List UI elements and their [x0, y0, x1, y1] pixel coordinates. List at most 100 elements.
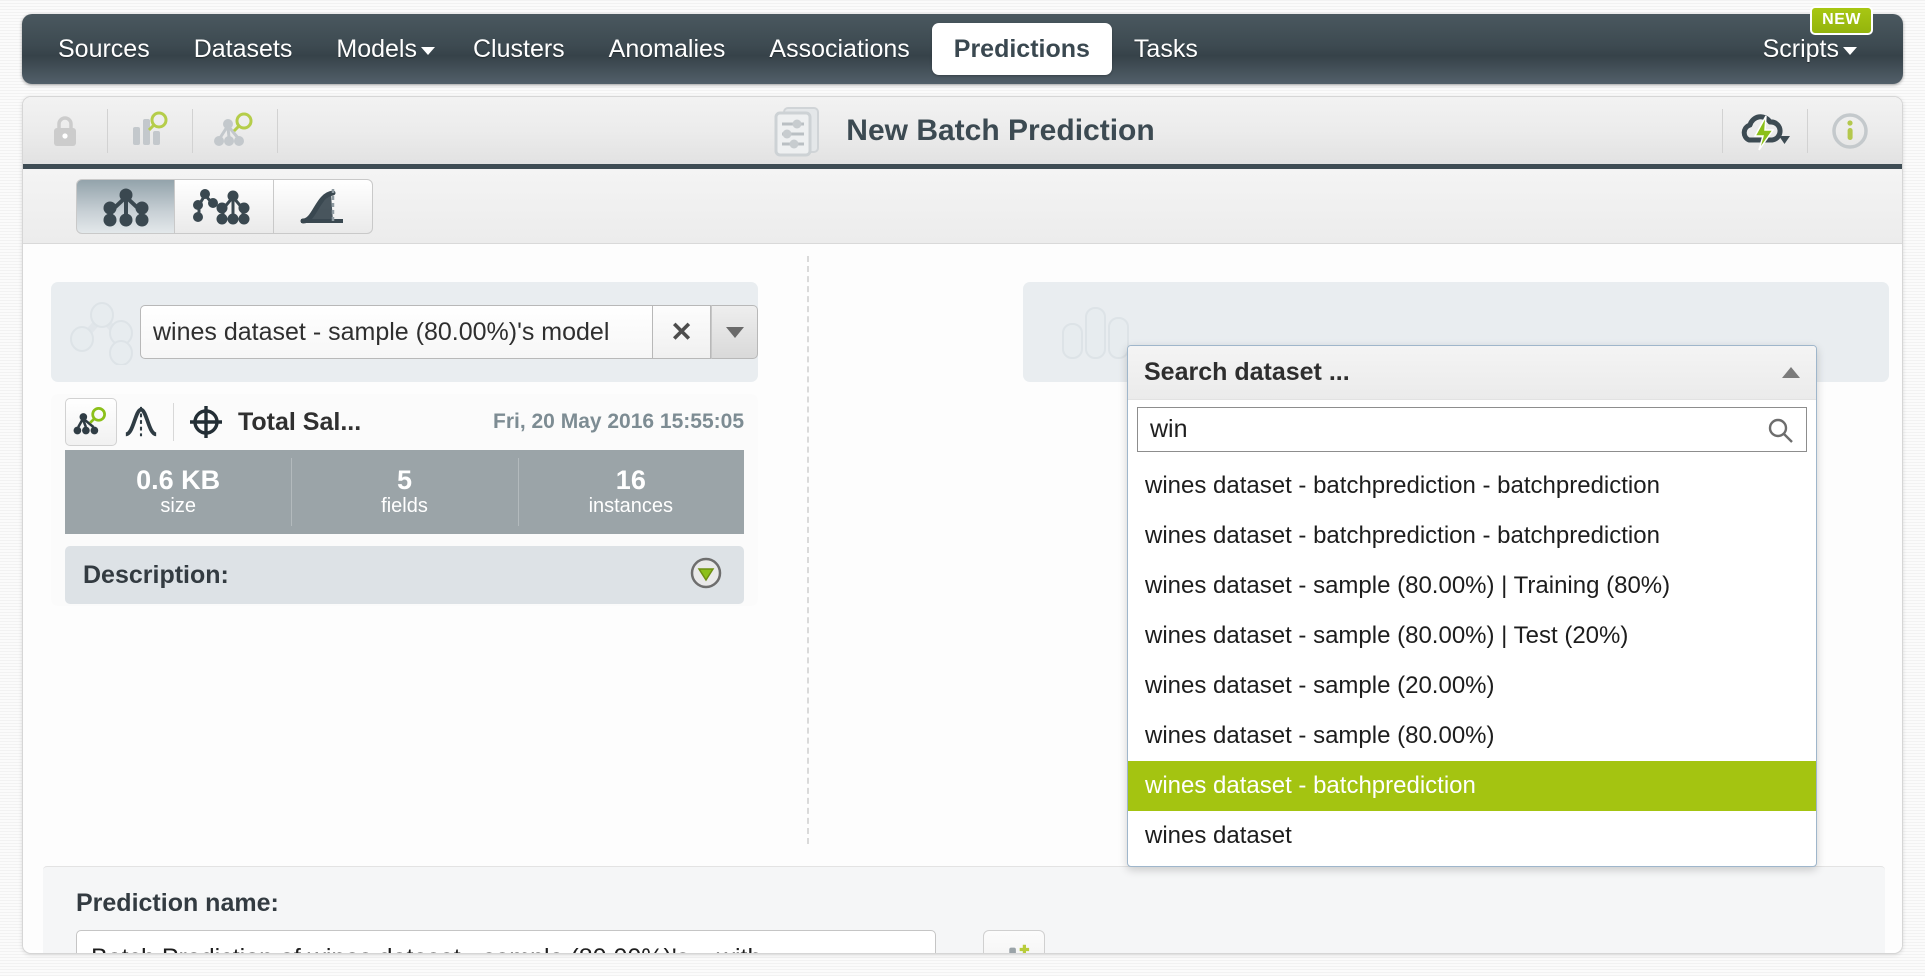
dropdown-header[interactable]: Search dataset ...	[1128, 346, 1816, 400]
prediction-name-input[interactable]: Batch Prediction of wines dataset - samp…	[76, 930, 936, 953]
model-selector-box: wines dataset - sample (80.00%)'s model …	[51, 282, 758, 382]
model-search-button[interactable]	[193, 97, 277, 164]
dataset-options-list: wines dataset - batchprediction - batchp…	[1128, 461, 1816, 861]
model-outline-icon	[69, 302, 133, 365]
nav-label: Scripts	[1762, 35, 1839, 63]
stat-value: 16	[615, 464, 646, 495]
dataset-search-icon	[133, 111, 168, 145]
stat-value: 5	[396, 464, 412, 495]
nav-item-datasets[interactable]: Datasets	[172, 14, 315, 84]
nav-item-predictions[interactable]: Predictions	[931, 23, 1112, 75]
list-item[interactable]: wines dataset - sample (20.00%)	[1128, 661, 1816, 711]
model-stats-bar: 0.6 KB size 5 fields 16 instances	[65, 450, 744, 534]
titlebar-right-tools	[1722, 97, 1892, 164]
model-type-button[interactable]	[65, 398, 117, 446]
chevron-down-icon	[725, 326, 744, 338]
lock-icon	[54, 115, 76, 146]
nav-label: Sources	[58, 35, 150, 63]
stat-label: size	[160, 495, 196, 518]
dataset-placeholder-icon	[1047, 296, 1139, 368]
titlebar-left-tools	[23, 97, 278, 164]
description-label: Description:	[83, 560, 229, 589]
objective-field-name: Total Sal...	[238, 407, 362, 436]
stat-label: fields	[381, 495, 428, 518]
search-icon	[1766, 416, 1794, 449]
expand-description-button[interactable]	[690, 557, 722, 594]
chevron-up-icon[interactable]	[1782, 367, 1800, 378]
model-dropdown-button[interactable]	[711, 305, 758, 359]
model-search-icon	[214, 112, 253, 146]
tab-ensemble[interactable]	[175, 178, 274, 234]
resource-type-tabs	[23, 169, 1902, 244]
nav-item-associations[interactable]: Associations	[747, 14, 931, 84]
list-item-selected[interactable]: wines dataset - batchprediction	[1128, 761, 1816, 811]
nav-item-sources[interactable]: Sources	[36, 14, 172, 84]
info-button[interactable]	[1808, 97, 1892, 164]
new-badge: NEW	[1810, 6, 1873, 35]
nav-item-clusters[interactable]: Clusters	[451, 14, 587, 84]
dataset-search-dropdown: Search dataset ... win wines dataset - b…	[1127, 345, 1817, 867]
search-input-value: win	[1150, 415, 1188, 443]
model-created-date: Fri, 20 May 2016 15:55:05	[493, 410, 744, 433]
nav-item-anomalies[interactable]: Anomalies	[587, 14, 748, 84]
cloud-lightning-icon	[1741, 113, 1790, 150]
nav-label: Predictions	[953, 35, 1090, 63]
chevron-down-circle-icon	[690, 557, 722, 588]
info-icon	[1832, 112, 1868, 149]
prediction-output-dataset-button[interactable]	[983, 930, 1045, 953]
objective-field-icon	[182, 398, 230, 446]
nav-item-tasks[interactable]: Tasks	[1112, 14, 1220, 84]
dataset-search-input[interactable]: win	[1137, 407, 1807, 452]
stat-value: 0.6 KB	[136, 464, 221, 495]
stat-size: 0.6 KB size	[65, 450, 291, 534]
target-icon	[190, 406, 222, 438]
nav-label: Anomalies	[608, 35, 726, 63]
vertical-divider	[807, 256, 809, 844]
list-item[interactable]: wines dataset - sample (80.00%) | Traini…	[1128, 561, 1816, 611]
list-item[interactable]: wines dataset - batchprediction - batchp…	[1128, 511, 1816, 561]
app-page: Sources Datasets Models Clusters Anomali…	[0, 0, 1925, 976]
ensemble-icon	[193, 189, 250, 225]
list-item[interactable]: wines dataset - sample (80.00%) | Test (…	[1128, 611, 1816, 661]
page-title: New Batch Prediction	[846, 113, 1155, 147]
model-info-card: Total Sal... Fri, 20 May 2016 15:55:05 0…	[51, 394, 758, 606]
model-select-value[interactable]: wines dataset - sample (80.00%)'s model	[140, 305, 653, 359]
single-model-icon	[103, 188, 148, 227]
tab-model[interactable]	[76, 178, 175, 234]
list-item[interactable]: wines dataset	[1128, 811, 1816, 861]
lock-button[interactable]	[23, 97, 107, 164]
panel-titlebar: New Batch Prediction	[23, 97, 1902, 169]
dropdown-search-row: win	[1128, 400, 1816, 461]
nav-item-models[interactable]: Models	[314, 14, 451, 84]
tab-logistic-regression[interactable]	[274, 178, 373, 234]
prediction-name-label: Prediction name:	[76, 889, 279, 917]
chevron-down-icon	[1843, 47, 1857, 55]
dataset-outline-icon	[1062, 307, 1129, 359]
model-clear-button[interactable]: ✕	[653, 305, 711, 359]
nav-items-group: Sources Datasets Models Clusters Anomali…	[36, 14, 1220, 84]
panel-title-group: New Batch Prediction	[23, 97, 1902, 164]
stat-label: instances	[588, 495, 674, 518]
model-info-header: Total Sal... Fri, 20 May 2016 15:55:05	[51, 394, 758, 450]
model-placeholder-icon	[65, 296, 140, 368]
nav-label: Models	[336, 35, 417, 63]
top-navigation-bar: Sources Datasets Models Clusters Anomali…	[22, 6, 1903, 84]
divider	[173, 403, 174, 441]
prediction-name-section: Prediction name: Batch Prediction of win…	[43, 866, 1885, 953]
list-item[interactable]: wines dataset - sample (80.00%)	[1128, 711, 1816, 761]
distribution-icon	[125, 406, 157, 437]
dataset-search-button[interactable]	[108, 97, 192, 164]
model-search-icon	[73, 407, 106, 435]
batch-prediction-icon	[774, 106, 820, 156]
divider	[277, 108, 278, 153]
cloud-lightning-button[interactable]	[1723, 97, 1807, 164]
dropdown-header-label: Search dataset ...	[1144, 358, 1350, 386]
list-item[interactable]: wines dataset - batchprediction - batchp…	[1128, 461, 1816, 511]
description-row[interactable]: Description:	[65, 546, 744, 604]
nav-label: Clusters	[472, 35, 565, 63]
logistic-curve-icon	[300, 189, 343, 224]
nav-label: Datasets	[193, 35, 293, 63]
distribution-button[interactable]	[117, 398, 165, 446]
nav-label: Tasks	[1133, 35, 1198, 63]
chevron-down-icon	[420, 47, 435, 55]
